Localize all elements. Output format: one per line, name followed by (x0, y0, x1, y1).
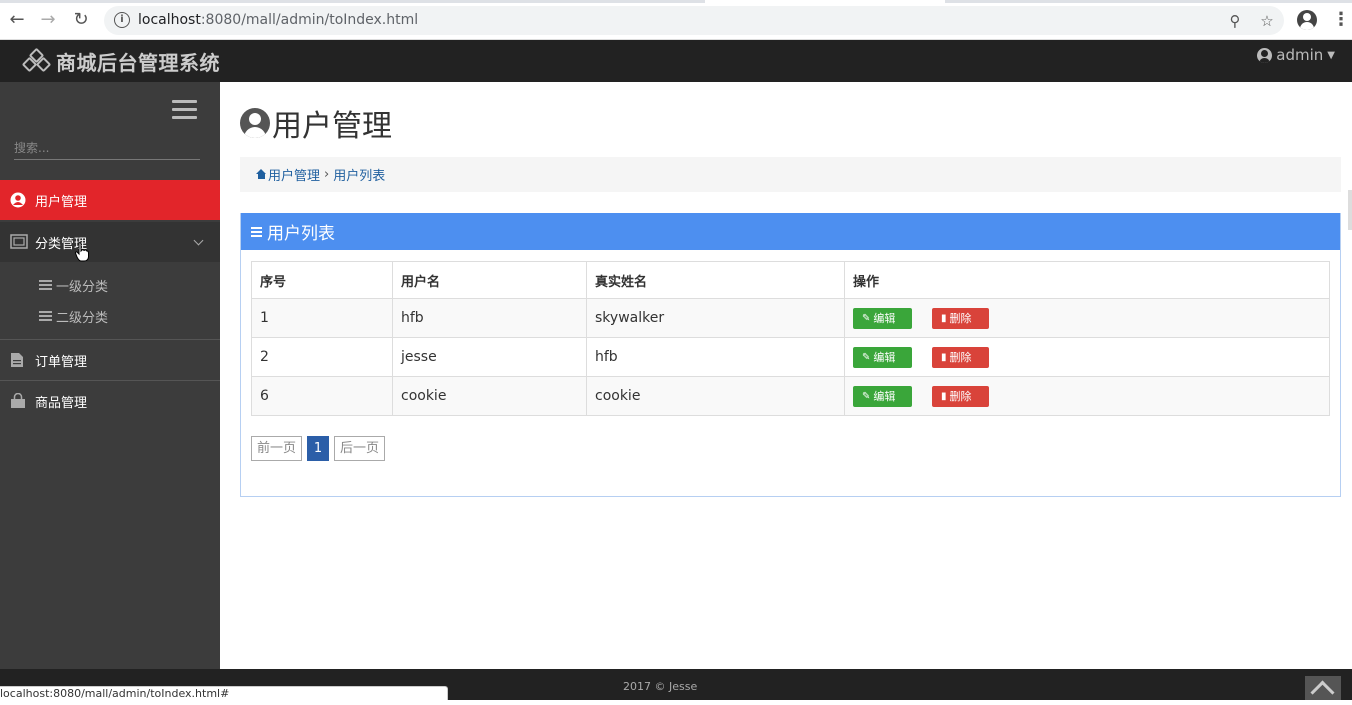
app-header: 商城后台管理系统 admin ▼ (0, 40, 1352, 82)
cell-id: 2 (251, 337, 393, 377)
sidebar-subitem-level2[interactable]: 二级分类 (0, 301, 220, 331)
delete-button[interactable]: ▮ 删除 (932, 346, 989, 368)
edit-icon: ✎ (862, 390, 871, 402)
key-icon[interactable]: ⚲ (1226, 12, 1244, 30)
user-name: admin (1276, 46, 1324, 64)
star-icon[interactable]: ☆ (1258, 12, 1276, 30)
file-icon (10, 352, 26, 368)
sidebar-subitem-label: 二级分类 (56, 310, 109, 326)
next-page-button[interactable]: 后一页 (334, 436, 386, 461)
home-icon (255, 169, 267, 180)
tab-strip (0, 0, 1352, 3)
prev-page-button[interactable]: 前一页 (251, 436, 303, 461)
table-row: 1 hfb skywalker ✎ 编辑 ▮ 删除 (251, 298, 1330, 338)
brand-title: 商城后台管理系统 (56, 50, 220, 75)
cell-actions: ✎ 编辑 ▮ 删除 (844, 337, 1330, 377)
forward-arrow-icon[interactable]: → (37, 9, 59, 31)
cell-realname: hfb (586, 337, 845, 377)
cell-realname: cookie (586, 376, 845, 416)
user-circle-icon (1257, 47, 1273, 63)
delete-button[interactable]: ▮ 删除 (932, 385, 989, 407)
sidebar-subitem-level1[interactable]: 一级分类 (0, 270, 220, 300)
column-header: 序号 (251, 261, 393, 299)
list-icon (39, 280, 52, 290)
breadcrumb: 用户管理 › 用户列表 (240, 157, 1341, 192)
panel-title: 用户列表 (267, 224, 335, 244)
edit-icon: ✎ (862, 312, 871, 324)
sidebar-item-orders[interactable]: 订单管理 (0, 340, 220, 380)
browser-toolbar: ← → ↻ i localhost:8080/mall/admin/toInde… (0, 0, 1352, 40)
caret-down-icon: ▼ (1327, 49, 1335, 61)
cell-id: 1 (251, 298, 393, 338)
shopping-bag-icon (10, 392, 26, 409)
breadcrumb-home-link[interactable]: 用户管理 (268, 165, 320, 184)
sidebar-search-input[interactable] (14, 136, 200, 160)
cell-id: 6 (251, 376, 393, 416)
status-bar-url: localhost:8080/mall/admin/toIndex.html# (0, 686, 448, 700)
sidebar-item-users[interactable]: 用户管理 (0, 180, 220, 220)
profile-icon[interactable] (1297, 10, 1317, 30)
edit-button[interactable]: ✎ 编辑 (853, 307, 912, 329)
hamburger-menu-icon[interactable] (172, 100, 197, 120)
list-icon (39, 311, 52, 321)
trash-icon: ▮ (941, 390, 947, 402)
more-menu-icon[interactable]: ⋮ (1332, 10, 1350, 30)
breadcrumb-current-link[interactable]: 用户列表 (333, 165, 385, 184)
cell-actions: ✎ 编辑 ▮ 删除 (844, 376, 1330, 416)
table-row: 6 cookie cookie ✎ 编辑 ▮ 删除 (251, 376, 1330, 416)
scrollbar[interactable] (1348, 190, 1352, 230)
column-header: 用户名 (392, 261, 587, 299)
bars-icon (251, 226, 262, 237)
breadcrumb-separator: › (324, 167, 330, 182)
cell-username: cookie (392, 376, 587, 416)
table-header-row: 序号 用户名 真实姓名 操作 (251, 261, 1330, 299)
sidebar: 用户管理 分类管理 一级分类 二级分类 订单管理 商品管理 (0, 82, 220, 669)
column-header: 操作 (844, 261, 1330, 299)
category-icon (10, 234, 28, 250)
column-header: 真实姓名 (586, 261, 845, 299)
cubes-icon (21, 47, 52, 73)
page-title-text: 用户管理 (272, 109, 392, 144)
footer-text: 2017 © Jesse (623, 680, 698, 693)
sidebar-item-categories[interactable]: 分类管理 (0, 222, 220, 262)
url-text[interactable]: localhost:8080/mall/admin/toIndex.html (138, 12, 418, 28)
trash-icon: ▮ (941, 351, 947, 363)
edit-button[interactable]: ✎ 编辑 (853, 385, 912, 407)
user-menu[interactable]: admin ▼ (1257, 46, 1335, 64)
cell-username: jesse (392, 337, 587, 377)
reload-icon[interactable]: ↻ (70, 9, 92, 31)
scroll-to-top-button[interactable] (1305, 676, 1341, 700)
user-table: 序号 用户名 真实姓名 操作 1 hfb skywalker ✎ 编辑 ▮ 删除 2 … (251, 261, 1330, 416)
panel-heading: 用户列表 (241, 213, 1340, 250)
sidebar-item-label: 用户管理 (35, 194, 88, 210)
info-icon[interactable]: i (114, 12, 130, 28)
trash-icon: ▮ (941, 312, 947, 324)
cell-username: hfb (392, 298, 587, 338)
sidebar-item-products[interactable]: 商品管理 (0, 381, 220, 421)
page-title: 用户管理 (240, 104, 392, 144)
user-circle-icon (240, 108, 270, 138)
hand-cursor-icon (75, 242, 89, 262)
table-row: 2 jesse hfb ✎ 编辑 ▮ 删除 (251, 337, 1330, 377)
sidebar-item-label: 商品管理 (35, 395, 88, 411)
brand[interactable]: 商城后台管理系统 (21, 47, 220, 75)
sidebar-item-label: 订单管理 (35, 354, 88, 370)
address-bar[interactable]: i localhost:8080/mall/admin/toIndex.html… (104, 6, 1284, 35)
delete-button[interactable]: ▮ 删除 (932, 307, 989, 329)
cell-realname: skywalker (586, 298, 845, 338)
pagination: 前一页 1 后一页 (251, 436, 390, 461)
edit-icon: ✎ (862, 351, 871, 363)
chevron-down-icon (193, 235, 204, 246)
page-1-button[interactable]: 1 (307, 436, 330, 461)
user-circle-icon (10, 192, 26, 208)
sidebar-subitem-label: 一级分类 (56, 279, 109, 295)
cell-actions: ✎ 编辑 ▮ 删除 (844, 298, 1330, 338)
back-arrow-icon[interactable]: ← (6, 9, 28, 31)
edit-button[interactable]: ✎ 编辑 (853, 346, 912, 368)
